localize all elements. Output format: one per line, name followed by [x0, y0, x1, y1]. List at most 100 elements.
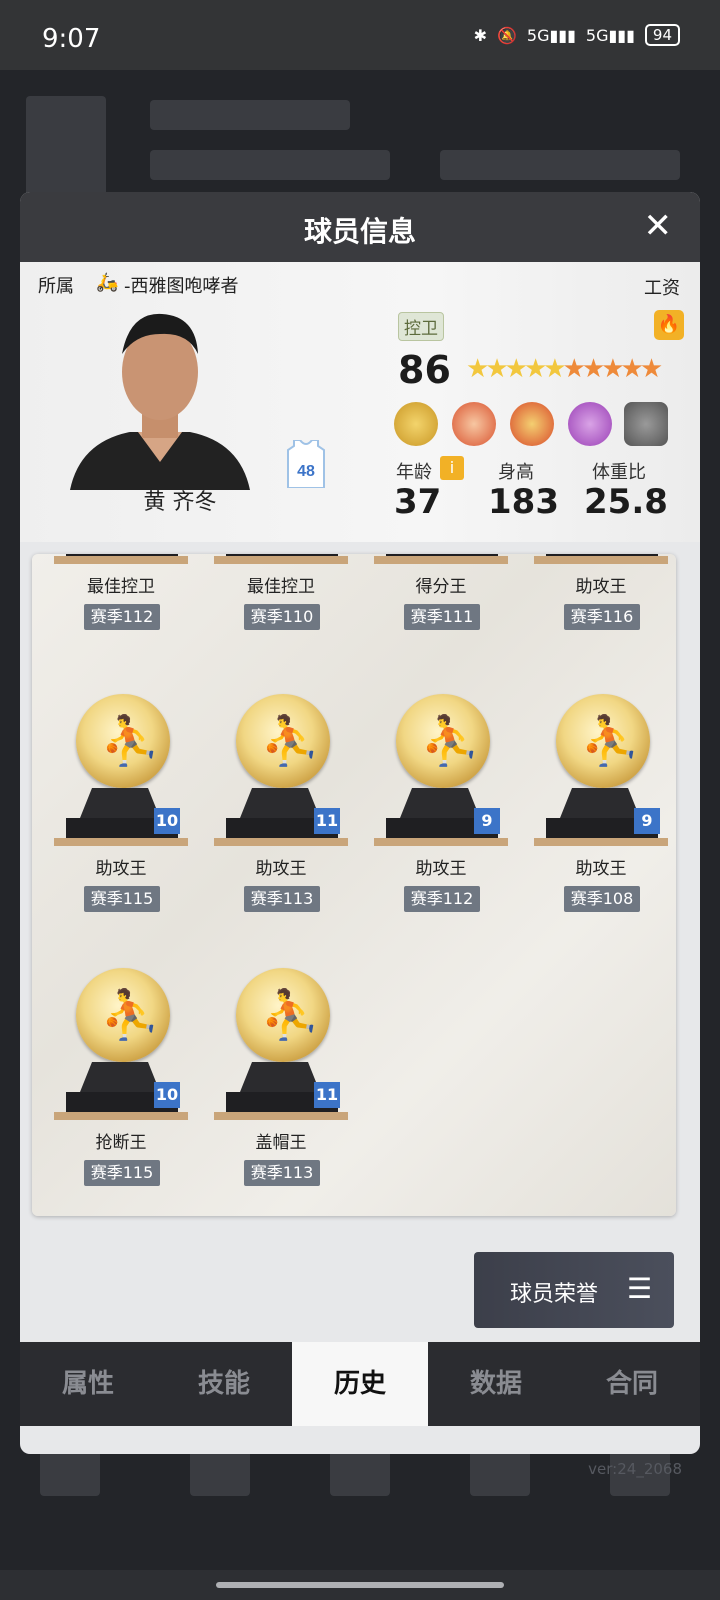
trophy-item[interactable]: ⛹ 9 助攻王赛季112 [366, 694, 516, 934]
team-name[interactable]: -西雅图咆哮者 [124, 272, 239, 298]
tab-历史[interactable]: 历史 [292, 1342, 428, 1426]
mute-icon: 🔕 [496, 25, 517, 45]
trophy-name: 助攻王 [255, 859, 307, 879]
trophy-item[interactable]: ⛹7得分王赛季111 [366, 554, 516, 652]
trophy-count: 10 [154, 808, 180, 834]
trophy-stand [240, 1062, 320, 1092]
trophy-name: 得分王 [415, 577, 467, 597]
bmi-label: 体重比 [592, 462, 646, 483]
age-label: 年龄 [396, 462, 432, 483]
tab-数据[interactable]: 数据 [428, 1342, 564, 1426]
bmi-value: 25.8 [584, 482, 668, 522]
trophy-count: 9 [474, 808, 500, 834]
trophy-season: 赛季112 [84, 604, 160, 630]
trophy-plinth [214, 1112, 348, 1120]
skill-badge-1-icon[interactable] [394, 402, 438, 446]
trophy-plinth [214, 838, 348, 846]
trophy-stand [240, 788, 320, 818]
skill-badge-2-icon[interactable] [452, 402, 496, 446]
trophy-item[interactable]: ⛹ 11 盖帽王 赛季113 [206, 968, 356, 1208]
star-rating: ★★★★★★★★★★ [466, 354, 663, 384]
trophy-plinth [374, 556, 508, 564]
signal-icon-1: 5G▮▮▮ [526, 25, 576, 45]
home-indicator[interactable] [216, 1582, 504, 1588]
trophy-item[interactable]: ⛹ 10 抢断王赛季115 [46, 968, 196, 1208]
tab-bar: 属性 技能 历史 数据 合同 [20, 1342, 700, 1426]
trophy-item[interactable]: ⛹10助攻王赛季116 [526, 554, 676, 652]
skill-badge-5-icon[interactable] [624, 402, 668, 446]
status-icons: ✱ 🔕 5G▮▮▮ 5G▮▮▮ 94 [474, 24, 680, 46]
star-icon: ★ [504, 354, 528, 384]
trophy-count: 10 [154, 1082, 180, 1108]
trophy-season: 赛季108 [564, 886, 640, 912]
skill-badge-4-icon[interactable] [568, 402, 612, 446]
team-logo [26, 96, 106, 196]
trophy-plinth [54, 838, 188, 846]
player-silhouette-icon: ⛹ [580, 713, 640, 769]
player-honor-label: 球员荣誉 [510, 1282, 599, 1307]
trophy-plinth [534, 838, 668, 846]
coins-bar [150, 150, 390, 180]
jersey-icon: 48 [287, 440, 325, 488]
trophy-name: 助攻王 [575, 859, 627, 879]
trophy-stand [80, 1062, 160, 1092]
info-icon[interactable]: i [440, 456, 464, 480]
trophy-list[interactable]: ⛹7最佳控卫赛季112⛹7最佳控卫赛季110⛹7得分王赛季111⛹10助攻王赛季… [32, 554, 676, 1216]
star-icon: ★ [523, 354, 547, 384]
trophy-plinth [534, 556, 668, 564]
trophy-name: 最佳控卫 [247, 577, 315, 597]
clock: 9:07 [42, 24, 101, 54]
signal-icon-2: 5G▮▮▮ [585, 25, 635, 45]
star-icon: ★ [601, 354, 624, 384]
star-icon: ★ [620, 354, 644, 384]
player-honor-button[interactable]: 球员荣誉 ☰ [474, 1252, 674, 1328]
trophy-name: 助攻王 [95, 859, 147, 879]
player-silhouette-icon: ⛹ [260, 713, 320, 769]
tab-合同[interactable]: 合同 [564, 1342, 700, 1426]
star-icon: ★ [485, 354, 508, 384]
team-logo-icon: 🛵 [96, 272, 119, 293]
player-silhouette-icon: ⛹ [100, 713, 160, 769]
modal-title: 球员信息 [303, 215, 416, 248]
star-icon: ★ [466, 354, 489, 384]
trophy-name: 抢断王 [95, 1133, 147, 1153]
trophy-season: 赛季112 [404, 886, 480, 912]
trophy-season: 赛季113 [244, 1160, 320, 1186]
trophy-stand [80, 788, 160, 818]
close-icon[interactable]: ✕ [644, 206, 673, 246]
player-silhouette-icon: ⛹ [420, 713, 480, 769]
player-info-modal: 球员信息 ✕ 所属 🛵 -西雅图咆哮者 工资 48 黄 齐冬 控卫 🔥 86 ★… [20, 192, 700, 1454]
trophy-name: 助攻王 [575, 577, 627, 597]
trophy-plinth [374, 838, 508, 846]
trophy-count: 11 [314, 1082, 340, 1108]
fire-icon[interactable]: 🔥 [654, 310, 684, 340]
menu-icon: ☰ [626, 1272, 652, 1305]
trophy-season: 赛季115 [84, 886, 160, 912]
trophy-stand [400, 788, 480, 818]
trophy-name: 盖帽王 [255, 1133, 307, 1153]
bluetooth-icon: ✱ [473, 25, 487, 45]
player-avatar [50, 302, 270, 490]
trophy-item[interactable]: ⛹7最佳控卫赛季112 [46, 554, 196, 652]
trophy-stand [560, 788, 640, 818]
skill-badge-3-icon[interactable] [510, 402, 554, 446]
gems-bar [440, 150, 680, 180]
trophy-season: 赛季115 [84, 1160, 160, 1186]
star-icon: ★ [543, 354, 566, 384]
trophy-name: 助攻王 [415, 859, 467, 879]
salary-label: 工资 [644, 278, 680, 299]
tab-属性[interactable]: 属性 [20, 1342, 156, 1426]
player-silhouette-icon: ⛹ [100, 987, 160, 1043]
battery-icon: 94 [644, 24, 680, 46]
star-icon: ★ [562, 354, 586, 384]
team-label: 所属 [38, 276, 74, 297]
trophy-item[interactable]: ⛹ 9 助攻王 赛季108 [526, 694, 676, 934]
trophy-item[interactable]: ⛹7最佳控卫赛季110 [206, 554, 356, 652]
star-icon: ★ [581, 354, 605, 384]
trophy-season: 赛季111 [404, 604, 480, 630]
jersey-number: 48 [297, 463, 315, 480]
tab-技能[interactable]: 技能 [156, 1342, 292, 1426]
height-value: 183 [488, 482, 559, 522]
trophy-item[interactable]: ⛹ 11 助攻王 赛季113 [206, 694, 356, 934]
trophy-item[interactable]: ⛹ 10 助攻王赛季115 [46, 694, 196, 934]
